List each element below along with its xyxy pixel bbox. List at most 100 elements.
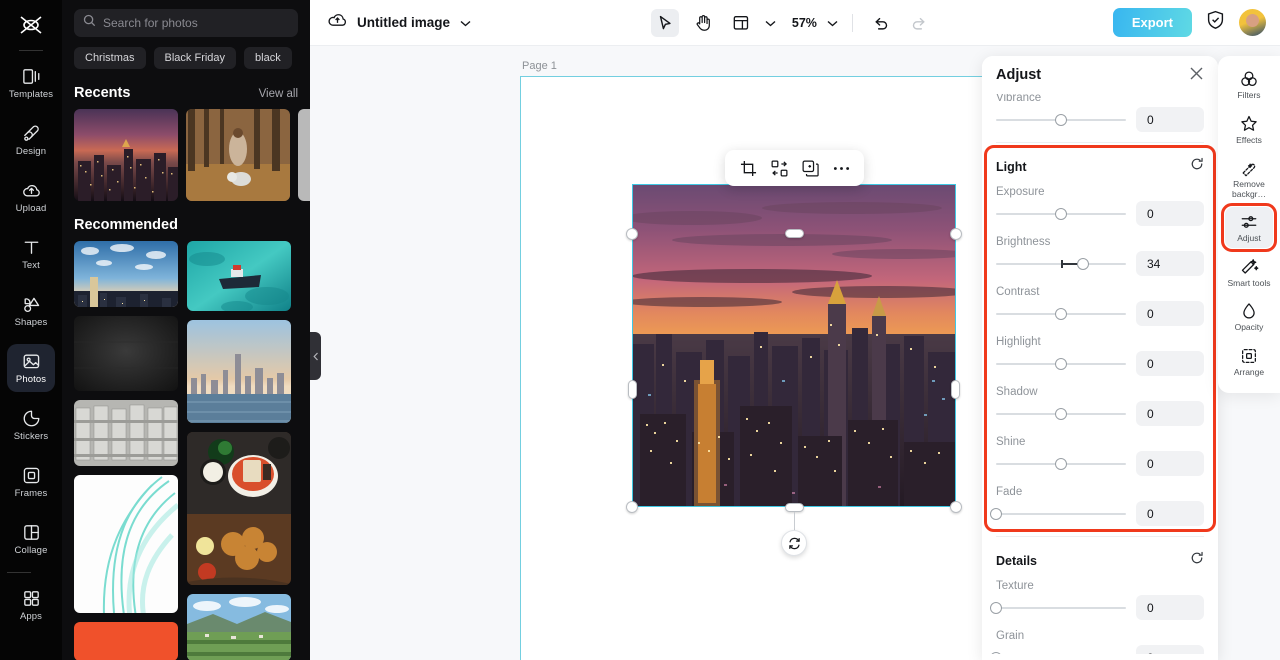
slider-track-contrast[interactable]	[996, 307, 1126, 321]
tool-remove-backgr[interactable]: Remove backgr…	[1225, 153, 1273, 203]
tool-effects[interactable]: Effects	[1225, 109, 1273, 150]
slider-knob[interactable]	[1055, 207, 1067, 220]
slider-knob[interactable]	[1055, 457, 1067, 470]
sidebar-item-text[interactable]: Text	[7, 230, 55, 278]
slider-value-contrast[interactable]: 0	[1136, 301, 1204, 326]
slider-track-grain[interactable]	[990, 651, 1126, 654]
resize-handle-right[interactable]	[951, 380, 960, 399]
list-item[interactable]	[74, 400, 178, 466]
tool-smart-tools[interactable]: Smart tools	[1225, 252, 1273, 293]
slider-value-vibrance[interactable]: 0	[1136, 107, 1204, 132]
close-icon[interactable]	[1189, 66, 1204, 84]
panel-collapse-handle[interactable]	[310, 332, 321, 380]
slider-knob[interactable]	[990, 507, 1002, 520]
search-input[interactable]: Search for photos	[74, 9, 298, 37]
slider-track-shine[interactable]	[996, 457, 1126, 471]
slider-knob[interactable]	[1055, 357, 1067, 370]
more-options-icon[interactable]	[827, 154, 855, 182]
sidebar-item-photos[interactable]: Photos	[7, 344, 55, 392]
slider-knob[interactable]	[990, 651, 1002, 654]
slider-knob[interactable]	[1055, 307, 1067, 320]
search-chip[interactable]: Christmas	[74, 47, 146, 69]
cursor-select-icon[interactable]	[650, 8, 679, 37]
list-item[interactable]	[74, 474, 178, 614]
search-chip[interactable]: Black Friday	[153, 47, 237, 69]
reset-icon[interactable]	[1190, 157, 1204, 176]
search-chip[interactable]: black	[244, 47, 292, 69]
recents-view-all-link[interactable]: View all	[259, 88, 298, 100]
slider-value-exposure[interactable]: 0	[1136, 201, 1204, 226]
list-item[interactable]	[74, 241, 178, 307]
slider-track-shadow[interactable]	[996, 407, 1126, 421]
slider-value-shadow[interactable]: 0	[1136, 401, 1204, 426]
slider-value-grain[interactable]: 0	[1136, 645, 1204, 654]
hand-pan-icon[interactable]	[689, 9, 717, 37]
list-item[interactable]	[187, 319, 291, 423]
resize-handle-left[interactable]	[628, 380, 637, 399]
undo-icon[interactable]	[867, 9, 895, 37]
sidebar-item-stickers[interactable]: Stickers	[7, 401, 55, 449]
list-item[interactable]	[187, 431, 291, 585]
slider-track-vibrance[interactable]	[996, 113, 1126, 127]
list-item[interactable]	[298, 109, 310, 201]
slider-value-shine[interactable]: 0	[1136, 451, 1204, 476]
slider-value-highlight[interactable]: 0	[1136, 351, 1204, 376]
page-layout-icon[interactable]	[727, 9, 755, 37]
tool-adjust[interactable]: Adjust	[1225, 207, 1273, 248]
slider-value-brightness[interactable]: 34	[1136, 251, 1204, 276]
list-item[interactable]	[74, 315, 178, 392]
slider-value-fade[interactable]: 0	[1136, 501, 1204, 526]
zoom-chevron-down-icon[interactable]	[827, 14, 838, 32]
slider-track-brightness[interactable]	[996, 257, 1126, 271]
zoom-level[interactable]: 57%	[792, 16, 817, 30]
sidebar-item-frames[interactable]: Frames	[7, 458, 55, 506]
resize-handle-top-right[interactable]	[950, 228, 962, 240]
slider-knob[interactable]	[1055, 407, 1067, 420]
sidebar-item-collage[interactable]: Collage	[7, 515, 55, 563]
document-title[interactable]: Untitled image	[357, 15, 450, 30]
chevron-down-icon[interactable]	[460, 14, 471, 32]
resize-handle-top[interactable]	[785, 229, 804, 238]
replace-image-icon[interactable]	[765, 154, 793, 182]
layout-chevron-down-icon[interactable]	[765, 14, 776, 32]
list-item[interactable]	[187, 593, 291, 660]
user-avatar[interactable]	[1239, 9, 1266, 36]
slider-knob[interactable]	[1077, 257, 1090, 270]
adjust-panel-body[interactable]: Vibrance 0 Light Exposure 0 Brightness 34 Co…	[982, 88, 1218, 654]
cloud-saved-icon[interactable]	[328, 12, 347, 33]
slider-knob[interactable]	[1055, 113, 1067, 126]
resize-handle-top-left[interactable]	[626, 228, 638, 240]
crop-icon[interactable]	[734, 154, 762, 182]
tool-arrange[interactable]: Arrange	[1225, 341, 1273, 382]
slider-value-texture[interactable]: 0	[1136, 595, 1204, 620]
tool-opacity[interactable]: Opacity	[1225, 296, 1273, 337]
sidebar-item-templates[interactable]: Templates	[7, 59, 55, 107]
shield-check-icon[interactable]	[1206, 10, 1225, 35]
sidebar-item-apps[interactable]: Apps	[7, 581, 55, 629]
list-item[interactable]	[74, 622, 178, 660]
rotate-icon[interactable]	[781, 530, 807, 556]
export-button[interactable]: Export	[1112, 8, 1192, 37]
capcut-logo-icon[interactable]	[11, 8, 51, 42]
sidebar-item-upload[interactable]: Upload	[7, 173, 55, 221]
redo-icon[interactable]	[905, 9, 933, 37]
list-item[interactable]	[187, 241, 291, 311]
sidebar-item-design[interactable]: Design	[7, 116, 55, 164]
slider-track-exposure[interactable]	[996, 207, 1126, 221]
resize-handle-bottom-right[interactable]	[950, 501, 962, 513]
list-item[interactable]	[74, 109, 178, 201]
tool-filters[interactable]: Filters	[1225, 64, 1273, 105]
slider-track-texture[interactable]	[990, 601, 1126, 615]
slider-track-fade[interactable]	[990, 507, 1126, 521]
slider-knob[interactable]	[990, 601, 1002, 614]
tool-label: Filters	[1237, 90, 1261, 100]
duplicate-icon[interactable]	[796, 154, 824, 182]
sidebar-item-shapes[interactable]: Shapes	[7, 287, 55, 335]
reset-icon[interactable]	[1190, 551, 1204, 570]
slider-track-highlight[interactable]	[996, 357, 1126, 371]
resize-handle-bottom[interactable]	[785, 503, 804, 512]
list-item[interactable]	[186, 109, 290, 201]
resize-handle-bottom-left[interactable]	[626, 501, 638, 513]
rail-items: Templates Design Upload Text Shapes Photos Sti…	[7, 59, 55, 638]
opacity-drop-icon	[1239, 301, 1259, 321]
